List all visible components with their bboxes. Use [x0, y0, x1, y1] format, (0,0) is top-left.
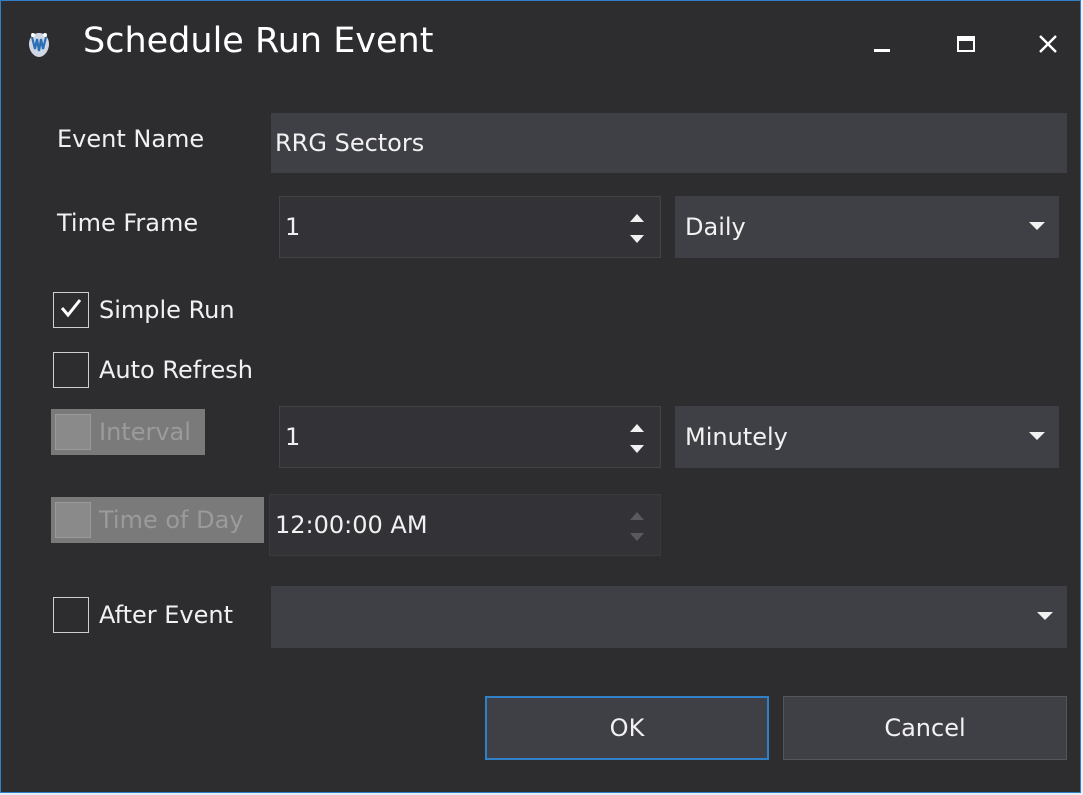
simple-run-checkbox-row[interactable]: Simple Run — [53, 292, 235, 328]
maximize-button[interactable] — [943, 23, 989, 69]
interval-checkbox-row: Interval — [51, 409, 205, 455]
interval-count-spinner[interactable]: 1 — [279, 406, 661, 468]
chevron-down-icon — [1029, 222, 1045, 230]
time-of-day-label: Time of Day — [99, 506, 244, 534]
schedule-run-event-dialog: Schedule Run Event Event Name RRG Sector… — [0, 0, 1081, 793]
event-name-label: Event Name — [57, 125, 205, 153]
after-event-checkbox-row[interactable]: After Event — [53, 597, 233, 633]
minimize-button[interactable] — [859, 23, 905, 69]
event-name-value: RRG Sectors — [275, 129, 425, 157]
check-icon — [58, 295, 84, 325]
spinner-arrows-icon[interactable] — [626, 407, 648, 467]
time-frame-period-value: Daily — [685, 213, 746, 241]
chevron-down-icon — [1029, 432, 1045, 440]
chevron-down-icon — [1037, 612, 1053, 620]
auto-refresh-label: Auto Refresh — [99, 356, 253, 384]
spinner-arrows-icon[interactable] — [626, 197, 648, 257]
time-of-day-spinner: 12:00:00 AM — [269, 494, 661, 556]
after-event-select[interactable] — [271, 586, 1067, 648]
interval-period-select[interactable]: Minutely — [675, 406, 1059, 468]
time-frame-label: Time Frame — [57, 209, 199, 237]
time-of-day-checkbox-row: Time of Day — [51, 497, 264, 543]
event-name-input[interactable]: RRG Sectors — [271, 113, 1067, 173]
auto-refresh-checkbox-row[interactable]: Auto Refresh — [53, 352, 253, 388]
time-of-day-checkbox — [55, 502, 91, 538]
simple-run-label: Simple Run — [99, 296, 235, 324]
time-frame-period-select[interactable]: Daily — [675, 196, 1059, 258]
title-bar[interactable]: Schedule Run Event — [1, 1, 1080, 93]
maximize-icon — [956, 34, 976, 58]
time-frame-count-spinner[interactable]: 1 — [279, 196, 661, 258]
auto-refresh-checkbox[interactable] — [53, 352, 89, 388]
time-of-day-value: 12:00:00 AM — [275, 511, 428, 539]
time-frame-count-value: 1 — [285, 213, 301, 241]
minimize-icon — [872, 34, 892, 58]
simple-run-checkbox[interactable] — [53, 292, 89, 328]
interval-checkbox — [55, 414, 91, 450]
app-logo-icon — [23, 29, 55, 61]
window-title: Schedule Run Event — [83, 21, 434, 61]
after-event-checkbox[interactable] — [53, 597, 89, 633]
cancel-button[interactable]: Cancel — [783, 696, 1067, 760]
interval-count-value: 1 — [285, 423, 301, 451]
after-event-label: After Event — [99, 601, 234, 629]
ok-button[interactable]: OK — [485, 696, 769, 760]
spinner-arrows-icon — [626, 495, 648, 555]
close-button[interactable] — [1025, 23, 1071, 69]
interval-period-value: Minutely — [685, 423, 788, 451]
interval-label: Interval — [99, 418, 191, 446]
close-icon — [1037, 33, 1059, 59]
